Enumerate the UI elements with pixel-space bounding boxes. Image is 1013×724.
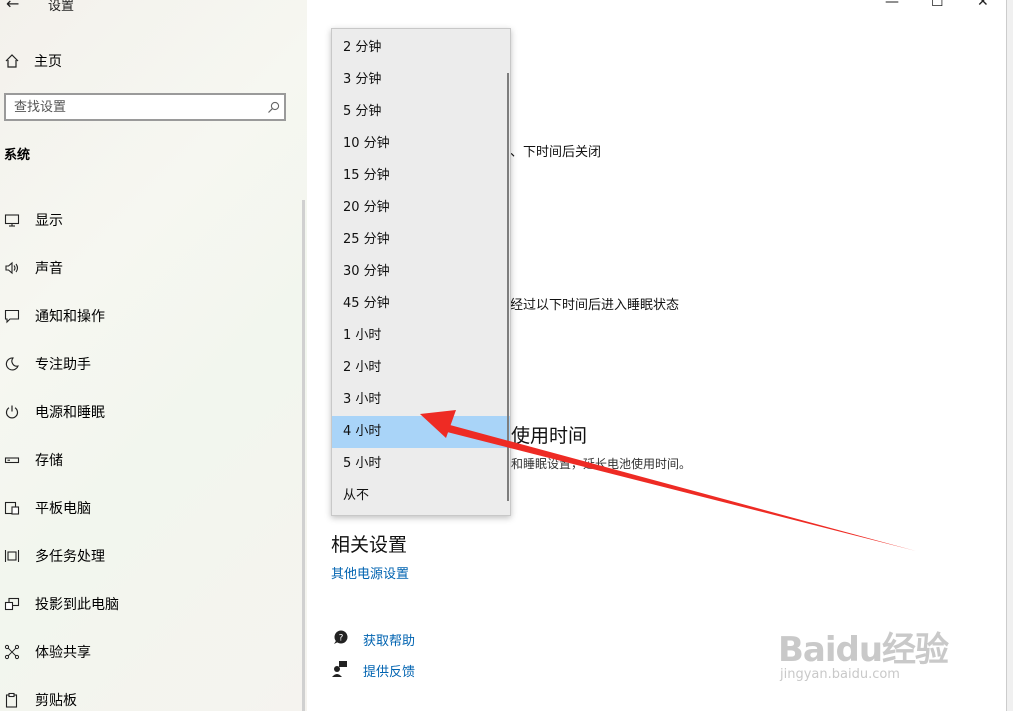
window-title: 设置 [48, 0, 75, 14]
help-icon: ? [331, 629, 349, 651]
home-icon [0, 53, 24, 69]
dropdown-option[interactable]: 20 分钟 [332, 192, 510, 224]
dropdown-option[interactable]: 3 小时 [332, 384, 510, 416]
sidebar-item-label: 剪贴板 [35, 693, 77, 709]
sidebar-item-notifications[interactable]: 通知和操作 [0, 292, 119, 340]
screen-timeout-label: 、下时间后关闭 [510, 145, 602, 160]
dropdown-option[interactable]: 5 分钟 [332, 96, 510, 128]
timeout-dropdown-list[interactable]: 2 分钟 3 分钟 5 分钟 10 分钟 15 分钟 20 分钟 25 分钟 3… [331, 28, 511, 516]
sidebar-item-label: 专注助手 [35, 357, 91, 373]
sidebar-item-tablet[interactable]: 平板电脑 [0, 484, 119, 532]
battery-description: 和睡眠设置，延长电池使用时间。 [511, 457, 692, 471]
search-input[interactable] [6, 98, 262, 116]
sidebar-item-sound[interactable]: 声音 [0, 244, 119, 292]
sidebar-item-project-to-pc[interactable]: 投影到此电脑 [0, 580, 119, 628]
sidebar-item-clipboard[interactable]: 剪贴板 [0, 676, 119, 724]
sidebar-item-shared-experiences[interactable]: 体验共享 [0, 628, 119, 676]
feedback-icon [331, 660, 349, 682]
give-feedback-link[interactable]: 提供反馈 [363, 661, 415, 680]
dropdown-option[interactable]: 45 分钟 [332, 288, 510, 320]
sidebar-item-label: 通知和操作 [35, 309, 105, 325]
sidebar: ← 设置 主页 系统 显示 声音 通知和操作 专注助手 [0, 0, 307, 711]
back-arrow-icon[interactable]: ← [6, 0, 19, 13]
section-title: 系统 [4, 148, 31, 163]
sidebar-item-power-sleep[interactable]: 电源和睡眠 [0, 388, 119, 436]
dropdown-option-selected[interactable]: 4 小时 [332, 416, 510, 448]
dropdown-scrollbar[interactable] [507, 73, 509, 501]
dropdown-option[interactable]: 25 分钟 [332, 224, 510, 256]
svg-text:?: ? [339, 634, 344, 644]
get-help-link[interactable]: 获取帮助 [363, 630, 415, 649]
storage-icon [0, 452, 24, 468]
maximize-icon[interactable]: ☐ [931, 0, 944, 10]
sidebar-item-label: 显示 [35, 213, 63, 229]
watermark-logo-text: Baidu经验 [778, 630, 949, 670]
speaker-icon [0, 260, 24, 276]
sidebar-item-label: 平板电脑 [35, 501, 91, 517]
dropdown-option[interactable]: 2 小时 [332, 352, 510, 384]
clipboard-icon [0, 692, 24, 708]
minimize-icon[interactable]: — [885, 0, 899, 10]
dropdown-option[interactable]: 2 分钟 [332, 32, 510, 64]
sidebar-scrollbar[interactable] [302, 200, 305, 711]
dropdown-option[interactable]: 3 分钟 [332, 64, 510, 96]
sidebar-item-focus-assist[interactable]: 专注助手 [0, 340, 119, 388]
power-icon [0, 404, 24, 420]
dropdown-option[interactable]: 从不 [332, 480, 510, 512]
search-icon[interactable] [262, 101, 284, 114]
sidebar-item-label: 体验共享 [35, 645, 91, 661]
sidebar-item-storage[interactable]: 存储 [0, 436, 119, 484]
sidebar-item-label: 存储 [35, 453, 63, 469]
sidebar-item-label: 多任务处理 [35, 549, 105, 565]
multitask-icon [0, 548, 24, 564]
sleep-timeout-label: 经过以下时间后进入睡眠状态 [510, 298, 680, 313]
sidebar-item-label: 声音 [35, 261, 63, 277]
sidebar-item-home[interactable]: 主页 [0, 50, 62, 72]
battery-heading: 使用时间 [511, 425, 588, 447]
notification-icon [0, 308, 24, 324]
close-icon[interactable]: ✕ [977, 0, 989, 10]
related-settings-heading: 相关设置 [331, 534, 408, 556]
sidebar-item-multitasking[interactable]: 多任务处理 [0, 532, 119, 580]
project-icon [0, 596, 24, 612]
baidu-watermark: Baidu经验 jingyan.baidu.com [778, 622, 949, 682]
share-icon [0, 644, 24, 660]
tablet-icon [0, 500, 24, 516]
other-power-settings-link[interactable]: 其他电源设置 [331, 563, 409, 582]
dropdown-option[interactable]: 10 分钟 [332, 128, 510, 160]
sidebar-nav: 显示 声音 通知和操作 专注助手 电源和睡眠 存储 平板电脑 多任务处理 投影到… [0, 196, 119, 724]
window-edge [1006, 0, 1013, 711]
dropdown-option[interactable]: 1 小时 [332, 320, 510, 352]
dropdown-option[interactable]: 30 分钟 [332, 256, 510, 288]
monitor-icon [0, 212, 24, 228]
dropdown-option[interactable]: 15 分钟 [332, 160, 510, 192]
sidebar-item-label: 主页 [34, 54, 62, 70]
moon-icon [0, 356, 24, 372]
dropdown-option[interactable]: 5 小时 [332, 448, 510, 480]
sidebar-item-label: 电源和睡眠 [35, 405, 105, 421]
sidebar-item-label: 投影到此电脑 [35, 597, 119, 613]
search-box[interactable] [4, 93, 286, 121]
sidebar-item-display[interactable]: 显示 [0, 196, 119, 244]
